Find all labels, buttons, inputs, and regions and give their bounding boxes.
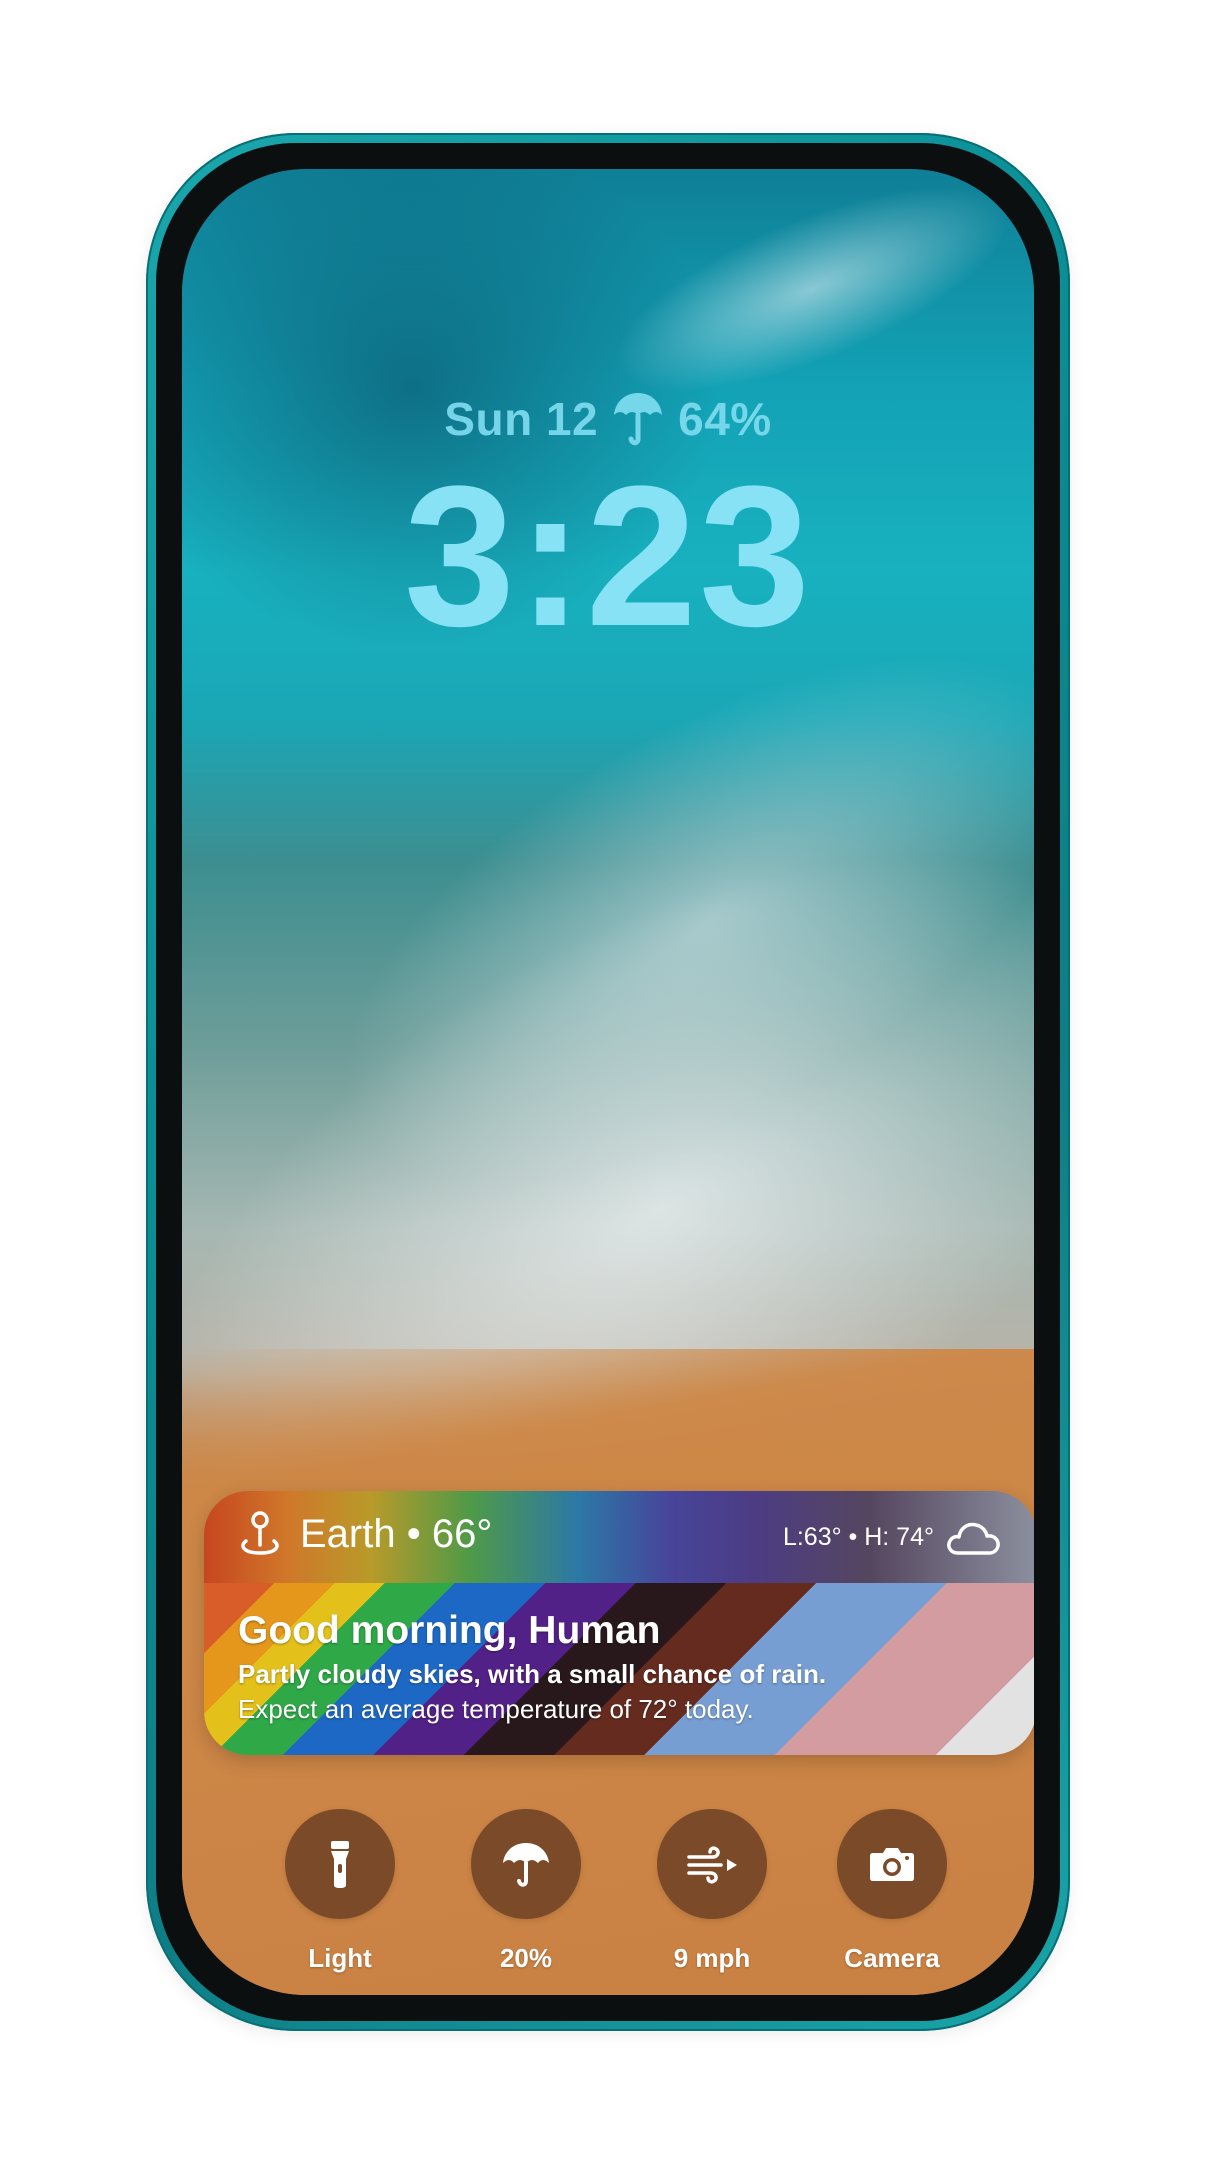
battery-label: 64% (678, 393, 772, 445)
wind-control[interactable]: 9 mph (642, 1809, 782, 1974)
greeting: Good morning, Human (238, 1609, 661, 1652)
camera-control[interactable]: Camera (822, 1809, 962, 1974)
clock-time: 3:23 (403, 445, 813, 668)
light-label: Light (308, 1943, 372, 1973)
rain-chance-control[interactable]: 20% (456, 1809, 596, 1974)
location-temperature: Earth • 66° (300, 1511, 493, 1556)
wind-label: 9 mph (673, 1943, 751, 1973)
date-label: Sun 12 (444, 393, 599, 445)
flashlight-button[interactable] (285, 1809, 395, 1919)
weather-summary: Partly cloudy skies, with a small chance… (238, 1659, 827, 1689)
weather-detail: Expect an average temperature of 72° tod… (238, 1694, 754, 1724)
rain-chance-label: 20% (499, 1943, 553, 1973)
umbrella-icon (614, 393, 663, 446)
quick-controls: Light 20% 9 mph Camera (182, 1809, 1034, 1979)
phone-frame: Sun 12 64% 3:23 Earth • 66° L:63° • H: 7… (146, 133, 1070, 2031)
location-row: Earth • 66° (238, 1511, 492, 1557)
camera-icon (870, 1848, 914, 1881)
rain-chance-button[interactable] (471, 1809, 581, 1919)
wind-icon (687, 1846, 737, 1884)
phone-bezel: Sun 12 64% 3:23 Earth • 66° L:63° • H: 7… (156, 143, 1060, 2021)
weather-widget[interactable]: Earth • 66° L:63° • H: 74° Good morning,… (204, 1491, 1034, 1755)
low-high-row: L:63° • H: 74° (783, 1515, 1002, 1559)
weather-widget-header: Earth • 66° L:63° • H: 74° (204, 1491, 1034, 1583)
camera-button[interactable] (837, 1809, 947, 1919)
lock-screen: Sun 12 64% 3:23 Earth • 66° L:63° • H: 7… (182, 169, 1034, 1995)
cloud-icon (947, 1522, 1000, 1555)
date-weather-row: Sun 12 64% (182, 389, 1034, 449)
location-pin-icon (241, 1511, 279, 1555)
light-control[interactable]: Light (270, 1809, 410, 1974)
camera-label: Camera (844, 1943, 940, 1973)
wind-button[interactable] (657, 1809, 767, 1919)
flashlight-icon (331, 1841, 349, 1888)
lock-screen-header: Sun 12 64% 3:23 (182, 389, 1034, 657)
weather-widget-text: Good morning, Human Partly cloudy skies,… (238, 1609, 826, 1725)
low-high-temperature: L:63° • H: 74° (782, 1522, 934, 1551)
umbrella-icon (503, 1843, 549, 1887)
